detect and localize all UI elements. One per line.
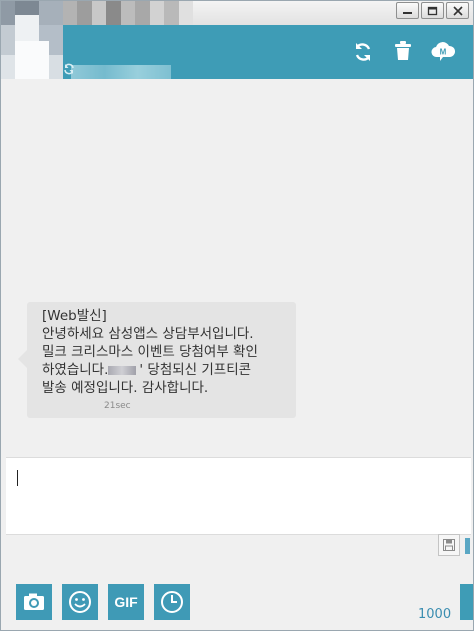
clock-icon <box>161 591 183 613</box>
close-icon <box>453 6 463 16</box>
message-line: 하였습니다. ' 당첨되신 기프티콘 <box>42 361 251 379</box>
smiley-icon <box>69 591 91 613</box>
schedule-button[interactable] <box>154 584 190 620</box>
minimize-icon <box>403 12 412 14</box>
camera-button[interactable] <box>16 584 52 620</box>
message-window: M [Web발신] 안녕하세요 삼성앱스 상담부서입니다. 밀크 크리스마스 이… <box>0 0 474 631</box>
masked-text <box>108 365 137 375</box>
save-button[interactable] <box>438 534 460 556</box>
memo-icon-letter: M <box>440 48 447 57</box>
minimize-button[interactable] <box>396 2 419 19</box>
character-counter: 1000 <box>418 607 452 622</box>
cloud-m-icon[interactable]: M <box>431 40 455 62</box>
sync-icon[interactable] <box>63 63 75 75</box>
trash-icon[interactable] <box>395 41 411 61</box>
message-input[interactable] <box>6 457 471 535</box>
message-line: 발송 예정입니다. 감사합니다. <box>42 380 209 396</box>
message-line: 안녕하세요 삼성앱스 상담부서입니다. <box>42 326 254 342</box>
close-button[interactable] <box>446 2 469 19</box>
chat-area[interactable]: [Web발신] 안녕하세요 삼성앱스 상담부서입니다. 밀크 크리스마스 이벤트… <box>6 79 471 457</box>
side-tab[interactable] <box>465 538 470 554</box>
maximize-button[interactable] <box>421 2 444 19</box>
gif-label: GIF <box>114 594 138 610</box>
window-controls <box>396 2 469 19</box>
message-text: 하였습니다. <box>42 362 109 378</box>
maximize-icon <box>427 6 438 16</box>
masked-header-strip <box>63 1 193 25</box>
message-bubble[interactable]: [Web발신] 안녕하세요 삼성앱스 상담부서입니다. 밀크 크리스마스 이벤트… <box>18 302 296 418</box>
message-text: ' 당첨되신 기프티콘 <box>139 362 252 378</box>
camera-icon <box>24 593 44 610</box>
avatar[interactable] <box>1 1 63 79</box>
message-timestamp: 21sec <box>104 401 131 411</box>
emoji-button[interactable] <box>62 584 98 620</box>
floppy-icon <box>443 539 455 551</box>
message-line: [Web발신] <box>42 308 107 324</box>
message-line: 밀크 크리스마스 이벤트 당첨여부 확인 <box>42 344 258 360</box>
refresh-icon[interactable] <box>353 41 373 63</box>
send-button[interactable] <box>460 584 473 620</box>
text-caret <box>17 470 18 486</box>
gif-button[interactable]: GIF <box>108 584 144 620</box>
